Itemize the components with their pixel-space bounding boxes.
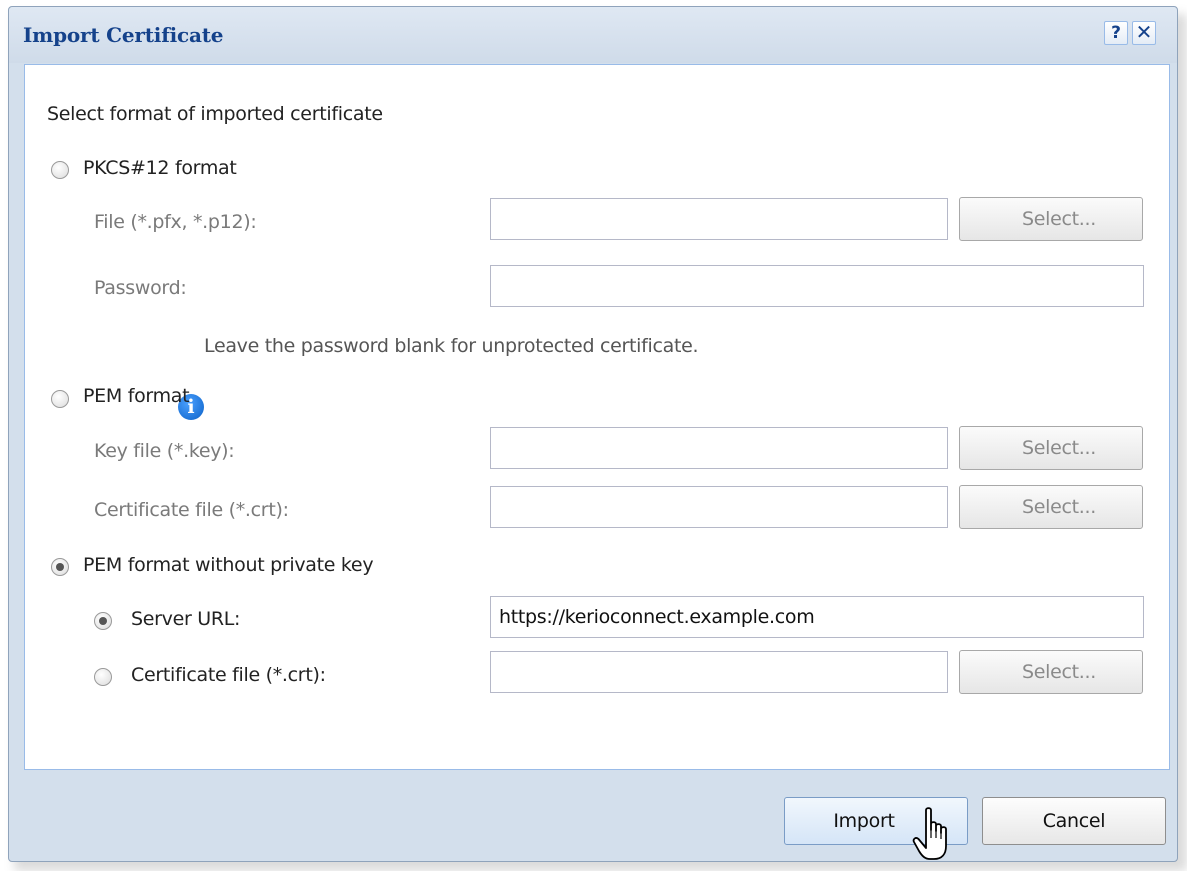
- close-button[interactable]: ✕: [1132, 21, 1156, 45]
- pem-cert-select-label: Select...: [1021, 496, 1096, 518]
- cert-file-field[interactable]: [490, 651, 948, 693]
- cert-file-select-label: Select...: [1021, 661, 1096, 683]
- pkcs12-label[interactable]: PKCS#12 format: [83, 157, 237, 179]
- help-button[interactable]: ?: [1104, 21, 1128, 45]
- cert-file-select-button[interactable]: Select...: [959, 650, 1143, 694]
- pkcs12-select-button[interactable]: Select...: [959, 197, 1143, 241]
- pkcs12-password-label: Password:: [94, 277, 187, 299]
- server-url-radio[interactable]: [94, 612, 112, 630]
- cert-file-label[interactable]: Certificate file (*.crt):: [131, 664, 326, 686]
- dialog-title: Import Certificate: [23, 23, 224, 47]
- import-button[interactable]: Import: [784, 797, 968, 845]
- pem-no-key-label[interactable]: PEM format without private key: [83, 554, 374, 576]
- pem-key-select-label: Select...: [1021, 437, 1096, 459]
- pkcs12-radio[interactable]: [51, 161, 69, 179]
- cancel-button[interactable]: Cancel: [982, 797, 1166, 845]
- pem-label[interactable]: PEM format: [83, 385, 190, 407]
- close-icon: ✕: [1135, 20, 1153, 44]
- help-icon: ?: [1111, 23, 1121, 43]
- pem-cert-select-button[interactable]: Select...: [959, 485, 1143, 529]
- password-hint: Leave the password blank for unprotected…: [204, 335, 699, 357]
- pkcs12-file-field[interactable]: [490, 198, 948, 240]
- import-button-label: Import: [833, 810, 895, 832]
- pem-key-select-button[interactable]: Select...: [959, 426, 1143, 470]
- pem-key-label: Key file (*.key):: [94, 440, 235, 462]
- pem-radio[interactable]: [51, 390, 69, 408]
- import-certificate-dialog: Import Certificate ? ✕ Select format of …: [8, 6, 1178, 862]
- pem-no-key-radio[interactable]: [51, 558, 69, 576]
- pem-key-field[interactable]: [490, 427, 948, 469]
- pem-cert-field[interactable]: [490, 486, 948, 528]
- dialog-body: Select format of imported certificate PK…: [24, 64, 1170, 770]
- cert-file-radio[interactable]: [94, 668, 112, 686]
- format-heading: Select format of imported certificate: [47, 103, 383, 125]
- server-url-field[interactable]: [490, 596, 1144, 638]
- pem-cert-label: Certificate file (*.crt):: [94, 499, 289, 521]
- server-url-label[interactable]: Server URL:: [131, 608, 240, 630]
- pkcs12-password-field[interactable]: [490, 265, 1144, 307]
- pkcs12-file-label: File (*.pfx, *.p12):: [94, 211, 257, 233]
- pkcs12-select-label: Select...: [1021, 208, 1096, 230]
- dialog-titlebar: Import Certificate ? ✕: [9, 7, 1177, 63]
- cancel-button-label: Cancel: [1042, 810, 1106, 832]
